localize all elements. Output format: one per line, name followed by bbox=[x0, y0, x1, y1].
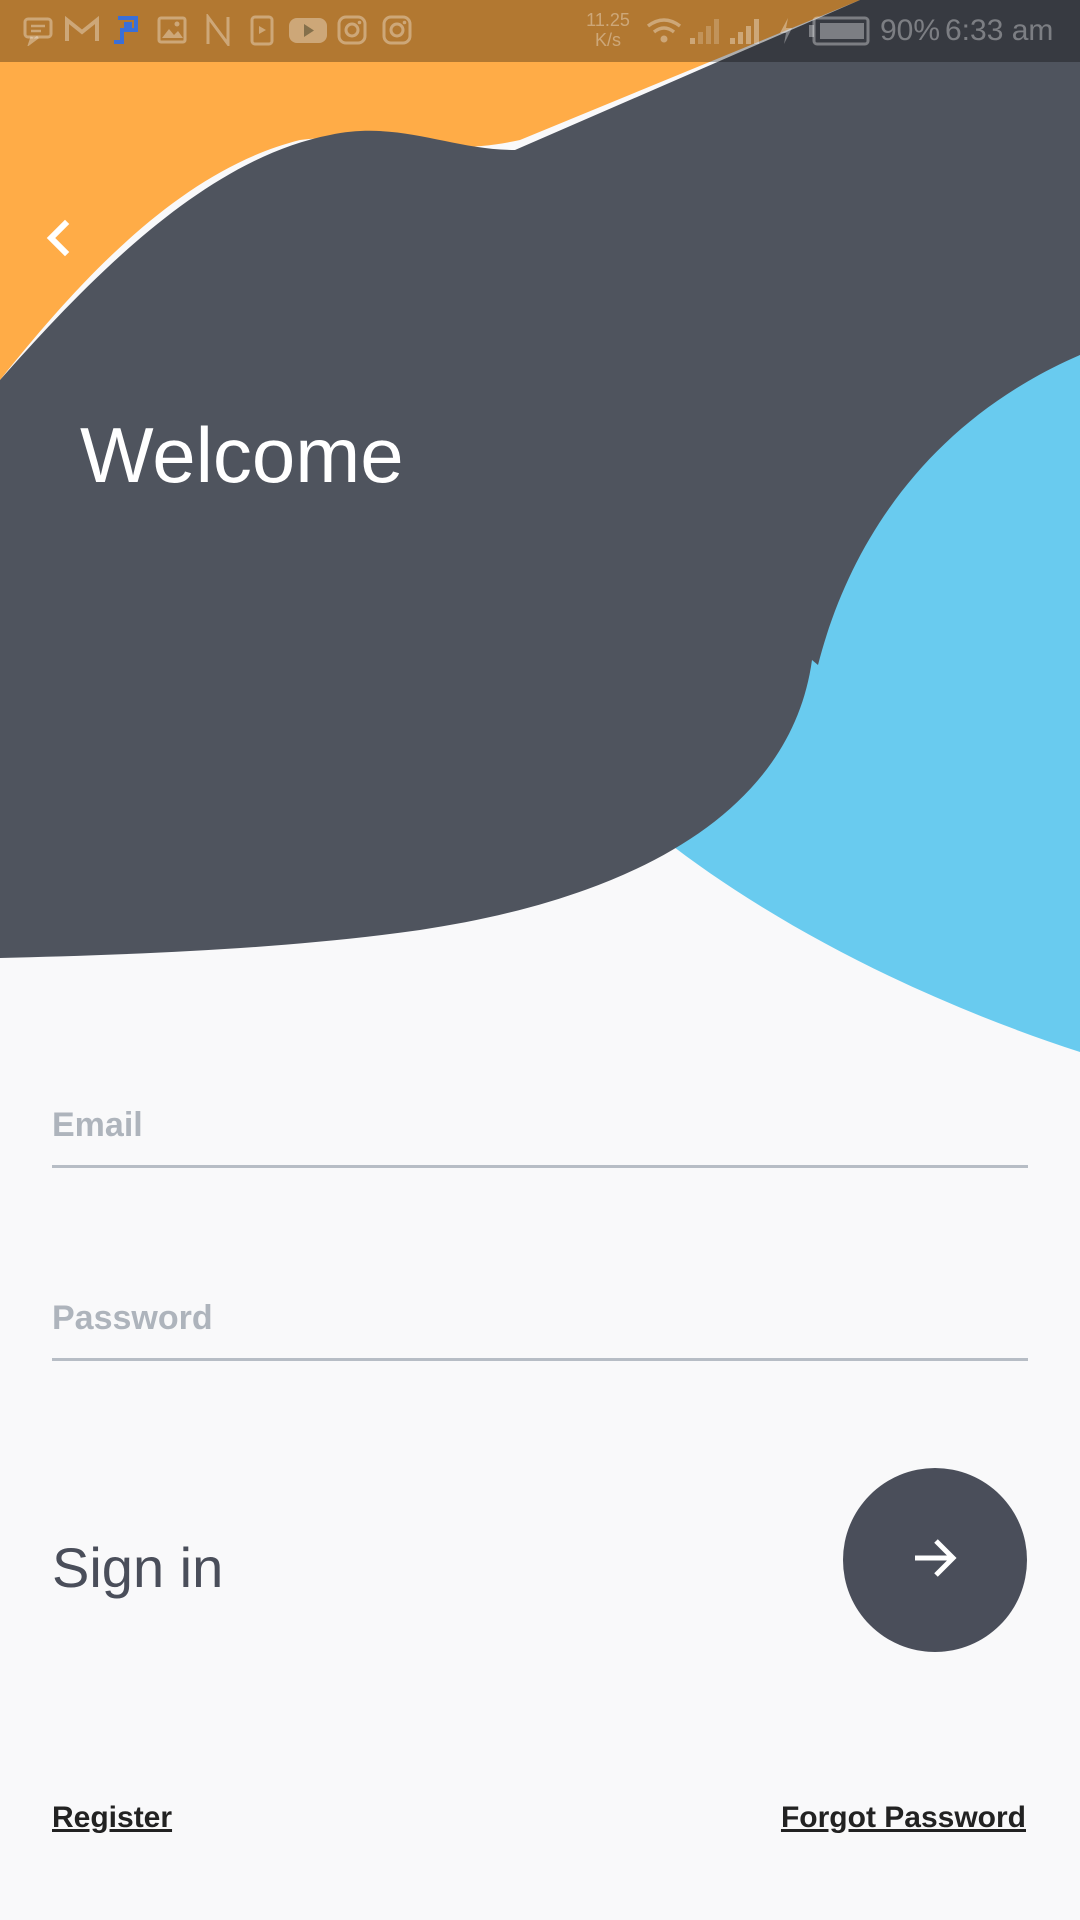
back-button[interactable] bbox=[28, 210, 88, 270]
network-speed-value: 11.25 bbox=[586, 10, 630, 30]
signal-icon bbox=[688, 16, 722, 51]
charging-icon bbox=[776, 16, 796, 51]
clock: 6:33 am bbox=[945, 14, 1054, 47]
chevron-left-icon bbox=[43, 218, 73, 263]
network-speed: 11.25 K/s bbox=[578, 10, 638, 50]
instagram-icon bbox=[381, 14, 413, 51]
page-title: Welcome bbox=[80, 411, 404, 499]
app-icon bbox=[110, 14, 142, 51]
video-app-icon bbox=[248, 14, 276, 51]
password-field[interactable] bbox=[52, 1278, 1028, 1358]
n-app-icon bbox=[204, 12, 232, 51]
email-field-container bbox=[52, 1085, 1028, 1168]
password-field-container bbox=[52, 1278, 1028, 1361]
network-speed-unit: K/s bbox=[594, 30, 621, 50]
youtube-icon bbox=[288, 14, 328, 51]
battery-percent: 90% bbox=[880, 14, 941, 47]
email-field[interactable] bbox=[52, 1085, 1028, 1165]
battery-icon bbox=[806, 16, 870, 51]
message-icon bbox=[22, 14, 54, 51]
wifi-icon bbox=[644, 14, 684, 53]
instagram-icon bbox=[336, 14, 368, 51]
gallery-icon bbox=[156, 14, 188, 51]
forgot-password-link[interactable]: Forgot Password bbox=[781, 1800, 1026, 1836]
signin-label: Sign in bbox=[52, 1536, 224, 1599]
arrow-right-icon bbox=[909, 1532, 961, 1589]
signin-button[interactable] bbox=[843, 1468, 1027, 1652]
register-link[interactable]: Register bbox=[52, 1800, 172, 1836]
signal-icon bbox=[728, 16, 762, 51]
status-bar: 11.25 K/s 90% 6:33 am bbox=[0, 0, 1080, 62]
gmail-icon bbox=[64, 14, 100, 51]
